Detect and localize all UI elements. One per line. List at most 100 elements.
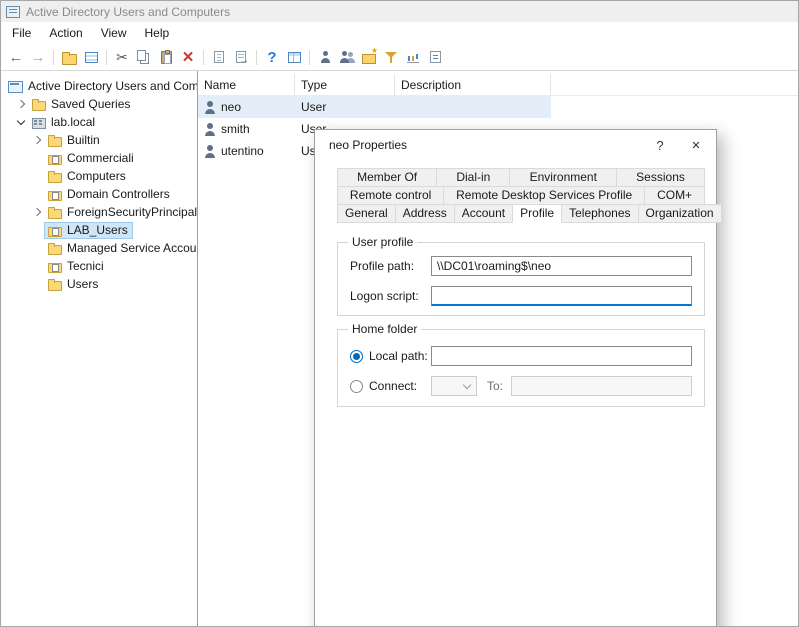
connect-to-input[interactable]: [511, 376, 692, 396]
row-name: smith: [221, 122, 250, 136]
paste-button[interactable]: [155, 46, 177, 68]
new-user-icon: [319, 51, 332, 64]
expander-icon[interactable]: [31, 278, 43, 290]
dialog-help-button[interactable]: ?: [644, 130, 676, 160]
tab-dial-in[interactable]: Dial-in: [436, 168, 510, 187]
user-profile-group: User profile Profile path: Logon script:: [337, 242, 705, 316]
tree-item-label: lab.local: [51, 115, 95, 129]
tab-row-2: Remote controlRemote Desktop Services Pr…: [337, 186, 705, 205]
property-sheet-tabs: Member OfDial-inEnvironmentSessions Remo…: [337, 168, 705, 223]
tab-com[interactable]: COM+: [644, 186, 705, 205]
drive-letter-select[interactable]: [431, 376, 477, 396]
tab-general[interactable]: General: [337, 204, 396, 223]
new-user-button[interactable]: [314, 46, 336, 68]
menu-file[interactable]: File: [3, 23, 40, 43]
sep-icon: [203, 50, 204, 65]
sep-icon: [309, 50, 310, 65]
tree-item-users[interactable]: Users: [1, 275, 197, 293]
help-icon: [267, 49, 276, 66]
tree-item-foreignsecurityprincipals[interactable]: ForeignSecurityPrincipals: [1, 203, 197, 221]
column-header-type[interactable]: Type: [295, 74, 395, 95]
task-button[interactable]: [424, 46, 446, 68]
list-row-neo[interactable]: neo User: [198, 96, 551, 118]
aduc-window: Active Directory Users and Computers Fil…: [0, 0, 799, 627]
column-header-description[interactable]: Description: [395, 74, 551, 95]
chevron-down-icon: [463, 381, 471, 389]
tab-remote-control[interactable]: Remote control: [337, 186, 444, 205]
local-path-input[interactable]: [431, 346, 692, 366]
property-sheet-button[interactable]: [283, 46, 305, 68]
expander-icon[interactable]: [31, 242, 43, 254]
tab-account[interactable]: Account: [454, 204, 513, 223]
local-path-radio[interactable]: [350, 350, 363, 363]
advanced-button[interactable]: [402, 46, 424, 68]
new-ou-button[interactable]: [358, 46, 380, 68]
expander-icon[interactable]: [31, 170, 43, 182]
refresh-icon: [236, 51, 246, 63]
tab-telephones[interactable]: Telephones: [561, 204, 638, 223]
tree-item-builtin[interactable]: Builtin: [1, 131, 197, 149]
expander-icon[interactable]: [31, 224, 43, 236]
expander-icon[interactable]: [31, 152, 43, 164]
tree-item-active-directory-users-and-com[interactable]: Active Directory Users and Com: [1, 77, 197, 95]
logon-script-input[interactable]: [431, 286, 692, 306]
connect-radio[interactable]: [350, 380, 363, 393]
connect-label: Connect:: [369, 379, 431, 393]
tree-item-domain-controllers[interactable]: Domain Controllers: [1, 185, 197, 203]
tree-item-saved-queries[interactable]: Saved Queries: [1, 95, 197, 113]
menu-view[interactable]: View: [92, 23, 136, 43]
tab-member-of[interactable]: Member Of: [337, 168, 437, 187]
help-button[interactable]: [261, 46, 283, 68]
tree-item-label: Domain Controllers: [67, 187, 170, 201]
export-list-icon: [85, 52, 98, 63]
expander-icon[interactable]: [31, 134, 43, 146]
export-list-button[interactable]: [80, 46, 102, 68]
tree-node-icon: [47, 151, 63, 165]
tab-environment[interactable]: Environment: [509, 168, 617, 187]
filter-button[interactable]: [380, 46, 402, 68]
tree-item-commerciali[interactable]: Commerciali: [1, 149, 197, 167]
expander-icon[interactable]: [15, 116, 27, 128]
row-name: neo: [221, 100, 241, 114]
expander-icon[interactable]: [31, 260, 43, 272]
profile-path-input[interactable]: [431, 256, 692, 276]
expander-icon[interactable]: [15, 98, 27, 110]
tree-node-icon: [47, 259, 63, 273]
user-icon: [204, 145, 216, 158]
new-group-button[interactable]: [336, 46, 358, 68]
tree-item-lab-local[interactable]: lab.local: [1, 113, 197, 131]
delete-button[interactable]: [177, 46, 199, 68]
new-group-icon: [341, 51, 354, 64]
console-tree-button[interactable]: [58, 46, 80, 68]
copy-button[interactable]: [133, 46, 155, 68]
tab-profile[interactable]: Profile: [512, 204, 562, 223]
tree-item-managed-service-accoun[interactable]: Managed Service Accoun: [1, 239, 197, 257]
menu-help[interactable]: Help: [136, 23, 179, 43]
expander-icon[interactable]: [31, 206, 43, 218]
tab-organization[interactable]: Organization: [638, 204, 722, 223]
home-folder-group: Home folder Local path: Connect: To:: [337, 329, 705, 407]
tree-item-tecnici[interactable]: Tecnici: [1, 257, 197, 275]
dialog-title: neo Properties: [329, 138, 407, 152]
tab-row-3: GeneralAddressAccountProfileTelephonesOr…: [337, 204, 705, 223]
tree-item-label: Tecnici: [67, 259, 104, 273]
properties-button[interactable]: [208, 46, 230, 68]
refresh-button[interactable]: [230, 46, 252, 68]
paste-icon: [161, 51, 172, 64]
forward-button[interactable]: [27, 46, 49, 68]
column-header-name[interactable]: Name: [198, 74, 295, 95]
menu-action[interactable]: Action: [40, 23, 91, 43]
tab-address[interactable]: Address: [395, 204, 455, 223]
row-type: User: [295, 100, 395, 114]
tab-sessions[interactable]: Sessions: [616, 168, 705, 187]
tree-node-icon: [47, 241, 63, 255]
dialog-close-button[interactable]: ×: [676, 130, 716, 160]
cut-button[interactable]: [111, 46, 133, 68]
tab-remote-desktop-services-profile[interactable]: Remote Desktop Services Profile: [443, 186, 645, 205]
tree-node-icon: [47, 187, 63, 201]
tree-item-lab-users[interactable]: LAB_Users: [1, 221, 197, 239]
tree-item-computers[interactable]: Computers: [1, 167, 197, 185]
logon-script-label: Logon script:: [350, 289, 431, 303]
back-button[interactable]: [5, 46, 27, 68]
expander-icon[interactable]: [31, 188, 43, 200]
